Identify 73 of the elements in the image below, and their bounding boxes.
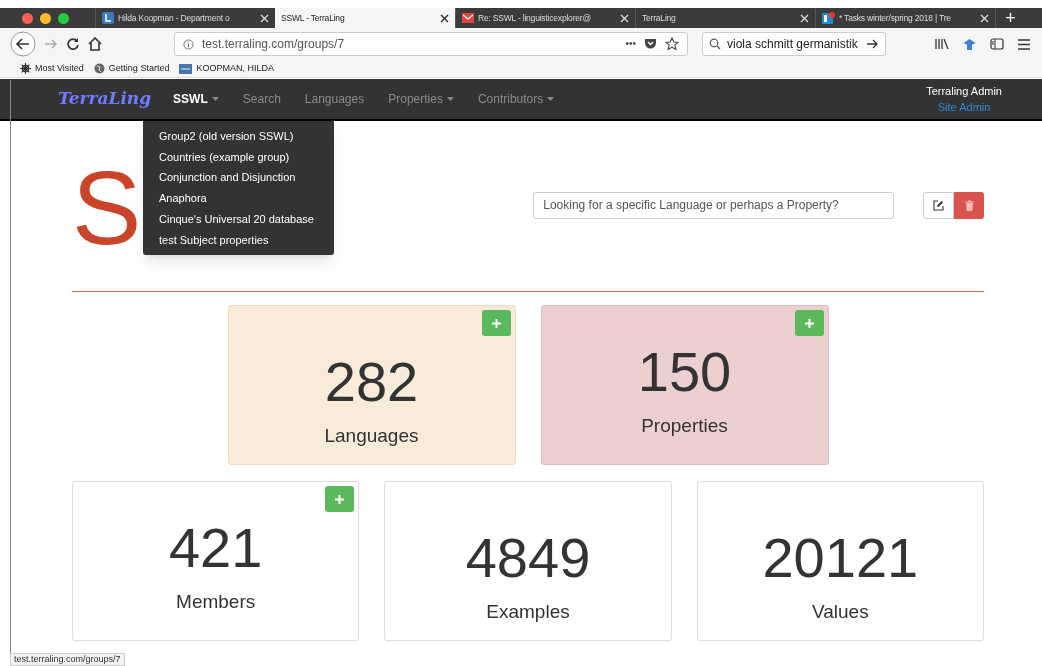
dropdown-item[interactable]: Cinque's Universal 20 database: [143, 208, 334, 230]
home-icon[interactable]: [88, 37, 102, 51]
bookmark[interactable]: Getting Started: [93, 61, 170, 76]
bookmark[interactable]: Most Visited: [20, 61, 84, 76]
sidebar-icon[interactable]: [990, 38, 1004, 50]
star-icon[interactable]: [665, 37, 679, 51]
go-arrow-icon[interactable]: [866, 38, 879, 50]
brand-logo[interactable]: TerraLing: [58, 86, 152, 112]
tab-title: * Tasks winter/spring 2018 | Tre: [839, 11, 952, 25]
close-window-icon[interactable]: [22, 12, 33, 24]
stat-number: 421: [168, 520, 263, 576]
tab-title: Hilda Koopman - Department o: [118, 11, 231, 25]
edit-button[interactable]: [922, 191, 955, 219]
info-icon[interactable]: [183, 38, 194, 50]
dropdown-item[interactable]: Anaphora: [143, 188, 334, 209]
stat-number: 4849: [465, 530, 591, 586]
bookmark-icon: [93, 63, 105, 74]
stat-number: 150: [637, 344, 732, 400]
stat-label: Languages: [324, 424, 419, 448]
stat-number: 20121: [762, 530, 919, 586]
back-icon[interactable]: [10, 31, 36, 57]
bookmark-icon: [179, 63, 193, 74]
tab-title: SSWL - TerraLing: [281, 11, 346, 25]
trash-icon: [964, 199, 974, 211]
edit-icon: [933, 199, 945, 211]
browser-tab[interactable]: SSWL - TerraLing: [275, 8, 455, 28]
more-menu[interactable]: •••: [625, 39, 636, 49]
shield-icon[interactable]: [963, 37, 976, 51]
dropdown-item[interactable]: Conjunction and Disjunction: [143, 167, 334, 189]
tab-title: Re: SSWL - linguisticexplorer@: [478, 11, 592, 25]
nav-link[interactable]: Contributors: [477, 90, 555, 108]
address-bar[interactable]: test.terraling.com/groups/7 •••: [174, 32, 688, 56]
nav-link[interactable]: SSWL: [173, 90, 219, 108]
site-admin-link[interactable]: Site Admin: [937, 99, 991, 115]
dropdown-item[interactable]: test Subject properties: [143, 229, 334, 251]
plus-icon: [491, 318, 501, 328]
stat-label: Values: [811, 600, 869, 624]
reload-icon[interactable]: [66, 37, 80, 51]
site-icon: [102, 12, 114, 24]
user-name: Terraling Admin: [926, 84, 1002, 99]
mail-icon: [462, 13, 474, 23]
stat-number: 282: [324, 354, 419, 410]
stat-label: Properties: [641, 414, 728, 438]
search-icon: [709, 38, 721, 50]
nav-link[interactable]: Languages: [304, 90, 365, 108]
zoom-window-icon[interactable]: [58, 12, 69, 24]
plus-icon: [335, 494, 345, 504]
board-icon: [822, 12, 835, 24]
plus-icon: [804, 318, 814, 328]
bookmark-label: Getting Started: [108, 61, 170, 75]
dropdown-item[interactable]: Group2 (old version SSWL): [143, 126, 334, 147]
group-title: S: [72, 156, 142, 260]
search-field[interactable]: Looking for a specific Language or perhaps a Property?: [533, 191, 894, 219]
library-icon[interactable]: [935, 38, 949, 50]
search-bar[interactable]: viola schmitt germanistik: [702, 32, 886, 56]
search-text: viola schmitt germanistik: [727, 36, 859, 53]
bookmark-label: Most Visited: [35, 61, 84, 75]
status-url: test.terraling.com/groups/7: [10, 653, 125, 666]
bookmark[interactable]: KOOPMAN, HILDA: [179, 61, 274, 76]
close-tab-icon[interactable]: [440, 13, 449, 23]
bookmark-label: KOOPMAN, HILDA: [196, 61, 274, 75]
dropdown-item[interactable]: Countries (example group): [143, 146, 334, 168]
stat-label: Members: [176, 590, 256, 614]
bookmark-icon: [20, 63, 31, 74]
url-text: test.terraling.com/groups/7: [202, 36, 346, 53]
delete-button[interactable]: [954, 191, 984, 219]
minimize-window-icon[interactable]: [40, 12, 51, 24]
nav-link[interactable]: Properties: [388, 90, 454, 108]
stat-label: Examples: [486, 600, 570, 624]
nav-link[interactable]: Search: [242, 90, 281, 108]
tab-title: TerraLing: [642, 11, 677, 25]
pocket-icon[interactable]: [644, 38, 657, 50]
menu-icon[interactable]: [1018, 38, 1030, 50]
